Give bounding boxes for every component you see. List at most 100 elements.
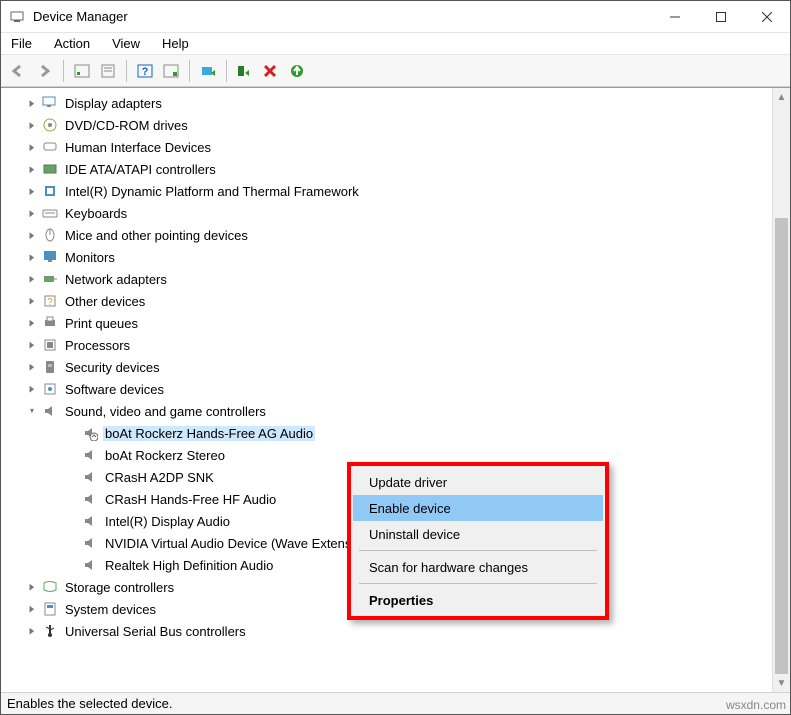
keyboard-icon bbox=[41, 205, 59, 221]
back-button[interactable] bbox=[7, 59, 31, 83]
expand-chevron-icon[interactable] bbox=[25, 338, 39, 352]
mouse-icon bbox=[41, 227, 59, 243]
disc-icon bbox=[41, 117, 59, 133]
help-button[interactable]: ? bbox=[133, 59, 157, 83]
expand-chevron-icon[interactable] bbox=[25, 580, 39, 594]
tree-node-label: boAt Rockerz Stereo bbox=[103, 448, 227, 463]
tree-node[interactable]: Intel(R) Dynamic Platform and Thermal Fr… bbox=[15, 180, 772, 202]
expand-chevron-icon[interactable] bbox=[25, 624, 39, 638]
speaker-icon bbox=[81, 513, 99, 529]
expand-chevron-icon[interactable] bbox=[25, 184, 39, 198]
scroll-up[interactable]: ▲ bbox=[773, 88, 790, 106]
tree-node[interactable]: Universal Serial Bus controllers bbox=[15, 620, 772, 642]
svg-text:?: ? bbox=[142, 66, 149, 78]
vertical-scrollbar[interactable]: ▲ ▼ bbox=[772, 88, 790, 692]
scroll-thumb[interactable] bbox=[775, 218, 788, 674]
tree-node[interactable]: IDE ATA/ATAPI controllers bbox=[15, 158, 772, 180]
tree-node-label: IDE ATA/ATAPI controllers bbox=[63, 162, 218, 177]
expand-chevron-icon[interactable] bbox=[25, 228, 39, 242]
menu-action[interactable]: Action bbox=[54, 36, 90, 51]
tree-node-label: Processors bbox=[63, 338, 132, 353]
expand-chevron-icon[interactable] bbox=[25, 382, 39, 396]
hid-icon bbox=[41, 139, 59, 155]
software-icon bbox=[41, 381, 59, 397]
tree-node[interactable]: Monitors bbox=[15, 246, 772, 268]
menu-view[interactable]: View bbox=[112, 36, 140, 51]
scroll-down[interactable]: ▼ bbox=[773, 674, 790, 692]
scan-button[interactable] bbox=[159, 59, 183, 83]
update-driver-button[interactable] bbox=[196, 59, 220, 83]
expand-chevron-icon[interactable] bbox=[25, 206, 39, 220]
expand-chevron-icon[interactable] bbox=[25, 162, 39, 176]
expand-chevron-icon[interactable] bbox=[25, 316, 39, 330]
tree-node[interactable]: ? Other devices bbox=[15, 290, 772, 312]
menu-separator bbox=[359, 550, 597, 551]
tree-node[interactable]: Sound, video and game controllers bbox=[15, 400, 772, 422]
tree-node[interactable]: Print queues bbox=[15, 312, 772, 334]
expand-chevron-icon[interactable] bbox=[25, 404, 39, 418]
sound-icon bbox=[41, 403, 59, 419]
expand-chevron-icon[interactable] bbox=[25, 294, 39, 308]
show-hide-button[interactable] bbox=[70, 59, 94, 83]
tree-node-label: Intel(R) Display Audio bbox=[103, 514, 232, 529]
menu-file[interactable]: File bbox=[11, 36, 32, 51]
enable-button[interactable] bbox=[233, 59, 257, 83]
system-icon bbox=[41, 601, 59, 617]
menubar: File Action View Help bbox=[1, 33, 790, 55]
context-menu-item[interactable]: Update driver bbox=[353, 469, 603, 495]
properties-button[interactable] bbox=[96, 59, 120, 83]
tree-node[interactable]: Mice and other pointing devices bbox=[15, 224, 772, 246]
context-menu-item[interactable]: Uninstall device bbox=[353, 521, 603, 547]
print-icon bbox=[41, 315, 59, 331]
tree-node[interactable]: Display adapters bbox=[15, 92, 772, 114]
expand-chevron-icon[interactable] bbox=[25, 272, 39, 286]
tree-node-label: Print queues bbox=[63, 316, 140, 331]
expand-chevron-icon[interactable] bbox=[25, 250, 39, 264]
uninstall-button[interactable] bbox=[259, 59, 283, 83]
expand-chevron-icon[interactable] bbox=[25, 602, 39, 616]
expand-chevron-icon[interactable] bbox=[25, 360, 39, 374]
cpu-icon bbox=[41, 337, 59, 353]
tree-node-label: boAt Rockerz Hands-Free AG Audio bbox=[103, 426, 315, 441]
expand-chevron-icon[interactable] bbox=[25, 118, 39, 132]
close-button[interactable] bbox=[744, 1, 790, 32]
menu-help[interactable]: Help bbox=[162, 36, 189, 51]
speaker-icon bbox=[81, 447, 99, 463]
tree-node-label: Keyboards bbox=[63, 206, 129, 221]
chip-icon bbox=[41, 183, 59, 199]
speaker-icon bbox=[81, 557, 99, 573]
security-icon bbox=[41, 359, 59, 375]
tree-node[interactable]: Human Interface Devices bbox=[15, 136, 772, 158]
tree-node-label: Network adapters bbox=[63, 272, 169, 287]
display-icon bbox=[41, 95, 59, 111]
expand-chevron-icon[interactable] bbox=[25, 96, 39, 110]
tree-node[interactable]: boAt Rockerz Hands-Free AG Audio bbox=[15, 422, 772, 444]
maximize-button[interactable] bbox=[698, 1, 744, 32]
svg-text:?: ? bbox=[47, 297, 53, 308]
speaker-dis-icon bbox=[81, 425, 99, 441]
tree-node-label: Other devices bbox=[63, 294, 147, 309]
window-title: Device Manager bbox=[33, 9, 652, 24]
tree-node[interactable]: DVD/CD-ROM drives bbox=[15, 114, 772, 136]
toolbar: ? bbox=[1, 55, 790, 87]
tree-node[interactable]: Network adapters bbox=[15, 268, 772, 290]
scan-hardware-button[interactable] bbox=[285, 59, 309, 83]
tree-node-label: Mice and other pointing devices bbox=[63, 228, 250, 243]
context-menu-item[interactable]: Scan for hardware changes bbox=[353, 554, 603, 580]
expand-chevron-icon[interactable] bbox=[25, 140, 39, 154]
forward-button[interactable] bbox=[33, 59, 57, 83]
usb-icon bbox=[41, 623, 59, 639]
tree-node[interactable]: Keyboards bbox=[15, 202, 772, 224]
storage-icon bbox=[41, 579, 59, 595]
tree-node-label: Security devices bbox=[63, 360, 162, 375]
context-menu-item[interactable]: Properties bbox=[353, 587, 603, 613]
other-icon: ? bbox=[41, 293, 59, 309]
context-menu-item[interactable]: Enable device bbox=[353, 495, 603, 521]
watermark: wsxdn.com bbox=[726, 698, 786, 712]
tree-node[interactable]: Software devices bbox=[15, 378, 772, 400]
tree-node[interactable]: Processors bbox=[15, 334, 772, 356]
minimize-button[interactable] bbox=[652, 1, 698, 32]
tree-node-label: CRasH A2DP SNK bbox=[103, 470, 216, 485]
tree-node-label: Intel(R) Dynamic Platform and Thermal Fr… bbox=[63, 184, 361, 199]
tree-node[interactable]: Security devices bbox=[15, 356, 772, 378]
